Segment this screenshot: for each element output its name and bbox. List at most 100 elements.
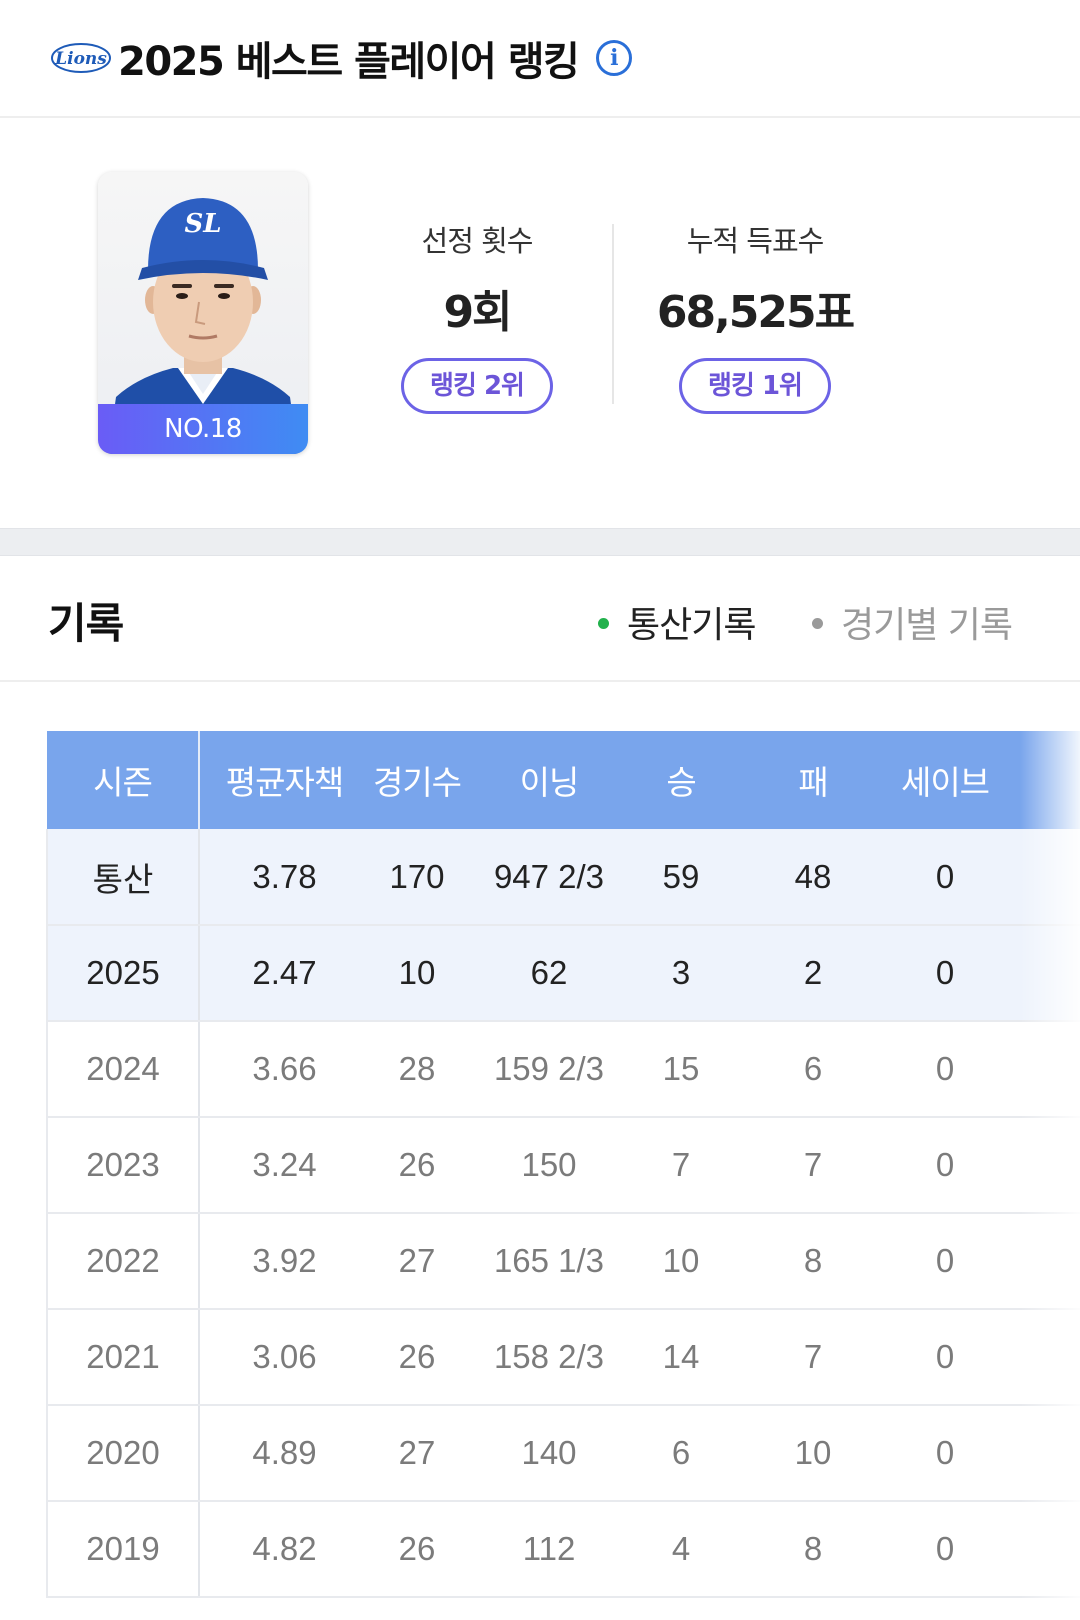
cell-innings: 140 [465, 1405, 633, 1502]
stat-label: 선정 횟수 [421, 224, 534, 258]
cell-wins: 3 [633, 925, 729, 1022]
cell-saves: 0 [897, 1501, 993, 1598]
cell-innings: 158 2/3 [465, 1309, 633, 1406]
cell-saves: 0 [897, 925, 993, 1022]
cell-era: 2.47 [199, 925, 369, 1022]
records-table-container[interactable]: 시즌 평균자책 경기수 이닝 승 패 세이브 통산 3.78 170 947 2/3 5… [46, 731, 1080, 1598]
records-title: 기록 [48, 599, 124, 648]
stat-label: 누적 득표수 [686, 224, 825, 258]
stat-value: 9회 [443, 287, 512, 338]
cell-losses: 8 [729, 1213, 897, 1310]
table-row: 2020 4.89 27 140 6 10 0 [46, 1405, 1080, 1502]
ranking-badge[interactable]: 랭킹 1위 [679, 358, 831, 414]
ranking-badge[interactable]: 랭킹 2위 [401, 358, 553, 414]
tab-label: 통산기록 [627, 605, 756, 646]
cell-overflow [993, 1501, 1080, 1598]
cell-season: 2021 [46, 1309, 200, 1406]
cell-innings: 62 [465, 925, 633, 1022]
cell-wins: 59 [633, 829, 729, 926]
cell-era: 3.66 [199, 1021, 369, 1118]
cell-season: 2022 [46, 1213, 200, 1310]
cell-era: 4.89 [199, 1405, 369, 1502]
column-header-games: 경기수 [369, 731, 465, 829]
cell-wins: 15 [633, 1021, 729, 1118]
table-row: 2025 2.47 10 62 3 2 0 [46, 925, 1080, 1022]
table-row: 2022 3.92 27 165 1/3 10 8 0 [46, 1213, 1080, 1310]
cell-losses: 2 [729, 925, 897, 1022]
cell-innings: 159 2/3 [465, 1021, 633, 1118]
cell-games: 26 [369, 1117, 465, 1214]
cell-overflow [993, 829, 1080, 926]
records-header: 기록 통산기록 경기별 기록 [0, 556, 1080, 682]
column-header-era: 평균자책 [199, 731, 369, 829]
page-title: 2025 베스트 플레이어 랭킹 [118, 39, 580, 85]
table-row: 2023 3.24 26 150 7 7 0 [46, 1117, 1080, 1214]
page-header: Lions 2025 베스트 플레이어 랭킹 i [0, 0, 1080, 118]
cell-saves: 0 [897, 1117, 993, 1214]
cell-season: 2020 [46, 1405, 200, 1502]
column-header-saves: 세이브 [897, 731, 993, 829]
cell-games: 28 [369, 1021, 465, 1118]
column-header-innings: 이닝 [465, 731, 633, 829]
active-dot-icon [598, 617, 609, 629]
logo-text: Lions [54, 49, 107, 69]
inactive-dot-icon [812, 617, 823, 629]
cell-saves: 0 [897, 1405, 993, 1502]
cell-overflow [993, 1117, 1080, 1214]
records-table: 시즌 평균자책 경기수 이닝 승 패 세이브 통산 3.78 170 947 2/3 5… [46, 731, 1080, 1598]
cell-overflow [993, 925, 1080, 1022]
column-header-season: 시즌 [47, 731, 200, 829]
tab-label: 경기별 기록 [841, 605, 1013, 646]
cell-games: 26 [369, 1501, 465, 1598]
cell-overflow [993, 1213, 1080, 1310]
stat-total-votes: 누적 득표수 68,525표 랭킹 1위 [625, 218, 885, 414]
cell-losses: 7 [729, 1117, 897, 1214]
cell-wins: 7 [633, 1117, 729, 1214]
cell-losses: 8 [729, 1501, 897, 1598]
cell-saves: 0 [897, 1021, 993, 1118]
tab-career-records[interactable]: 통산기록 [598, 596, 756, 648]
cell-games: 26 [369, 1309, 465, 1406]
column-header-losses: 패 [729, 731, 897, 829]
tab-game-records[interactable]: 경기별 기록 [812, 596, 1013, 648]
cell-era: 3.06 [199, 1309, 369, 1406]
player-card[interactable]: SL NO.18 [98, 172, 308, 454]
cell-games: 27 [369, 1213, 465, 1310]
cell-season: 2024 [46, 1021, 200, 1118]
cap-logo: SL [184, 209, 221, 239]
column-header-wins: 승 [633, 731, 729, 829]
lions-logo: Lions [50, 38, 112, 78]
cell-losses: 7 [729, 1309, 897, 1406]
stat-divider [612, 224, 614, 404]
cell-innings: 947 2/3 [465, 829, 633, 926]
cell-losses: 48 [729, 829, 897, 926]
cell-innings: 165 1/3 [465, 1213, 633, 1310]
stat-selection-count: 선정 횟수 9회 랭킹 2위 [347, 218, 607, 414]
cell-season: 2025 [46, 925, 200, 1022]
cell-losses: 6 [729, 1021, 897, 1118]
section-divider [0, 528, 1080, 556]
info-icon[interactable]: i [596, 40, 633, 76]
cell-losses: 10 [729, 1405, 897, 1502]
cell-saves: 0 [897, 829, 993, 926]
cell-wins: 10 [633, 1213, 729, 1310]
player-number: NO.18 [98, 404, 308, 454]
cell-wins: 6 [633, 1405, 729, 1502]
table-body: 통산 3.78 170 947 2/3 59 48 0 2025 2.47 10 62 3 2 0 2024… [46, 829, 1080, 1598]
cell-innings: 112 [465, 1501, 633, 1598]
cell-era: 3.78 [199, 829, 369, 926]
cell-season: 2023 [46, 1117, 200, 1214]
cell-overflow [993, 1021, 1080, 1118]
cell-wins: 4 [633, 1501, 729, 1598]
cell-era: 4.82 [199, 1501, 369, 1598]
cell-era: 3.92 [199, 1213, 369, 1310]
table-header-row: 시즌 평균자책 경기수 이닝 승 패 세이브 [47, 731, 1080, 829]
cell-innings: 150 [465, 1117, 633, 1214]
table-row: 2021 3.06 26 158 2/3 14 7 0 [46, 1309, 1080, 1406]
cell-season: 2019 [46, 1501, 200, 1598]
cell-games: 170 [369, 829, 465, 926]
cell-wins: 14 [633, 1309, 729, 1406]
cell-saves: 0 [897, 1309, 993, 1406]
cell-games: 10 [369, 925, 465, 1022]
cell-overflow [993, 1309, 1080, 1406]
